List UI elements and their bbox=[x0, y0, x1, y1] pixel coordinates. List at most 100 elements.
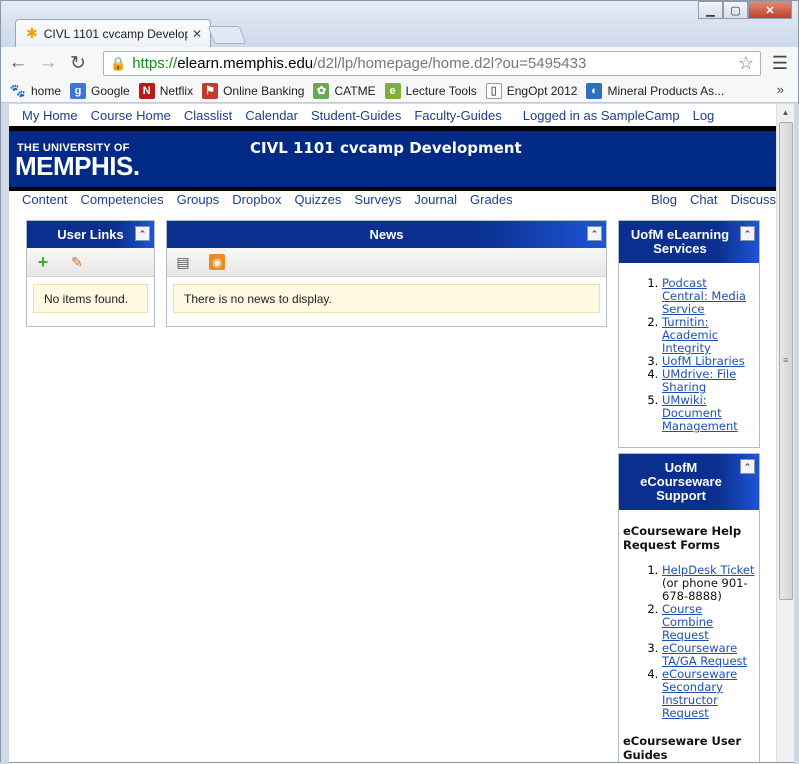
nav-course-home[interactable]: Course Home bbox=[91, 108, 171, 123]
list-item: eCourseware Secondary Instructor Request bbox=[662, 668, 755, 720]
link-ta-ga-request[interactable]: eCourseware TA/GA Request bbox=[662, 641, 747, 668]
nav-groups[interactable]: Groups bbox=[177, 192, 220, 207]
nav-faculty-guides[interactable]: Faculty-Guides bbox=[414, 108, 501, 123]
link-umdrive[interactable]: UMdrive: File Sharing bbox=[662, 367, 736, 394]
nav-journal[interactable]: Journal bbox=[414, 192, 457, 207]
minimize-icon[interactable]: ▁ bbox=[698, 1, 723, 19]
widget-title: News bbox=[369, 226, 404, 242]
collapse-icon[interactable]: ⌃ bbox=[587, 226, 602, 241]
add-link-icon[interactable]: + bbox=[35, 252, 51, 272]
url-path: /d2l/lp/homepage/home.d2l?ou=5495433 bbox=[313, 55, 587, 72]
bookmark-label: EngOpt 2012 bbox=[506, 83, 578, 98]
collapse-icon[interactable]: ⌃ bbox=[740, 459, 755, 474]
nav-grades[interactable]: Grades bbox=[470, 192, 513, 207]
elearning-services-widget: UofM eLearning Services ⌃ Podcast Centra… bbox=[618, 220, 760, 448]
nav-my-home[interactable]: My Home bbox=[22, 108, 78, 123]
nav-surveys[interactable]: Surveys bbox=[354, 192, 401, 207]
bookmark-item[interactable]: ✿ CATME bbox=[313, 82, 376, 99]
scroll-grip-icon: ≡ bbox=[783, 355, 789, 365]
window-left-frame bbox=[1, 104, 9, 764]
ecourseware-support-widget: UofM eCourseware Support ⌃ eCourseware H… bbox=[618, 453, 760, 762]
helpdesk-phone-note: (or phone 901-678-8888) bbox=[662, 576, 748, 603]
scroll-up-icon[interactable]: ▲ bbox=[777, 104, 794, 121]
reload-icon[interactable]: ↻ bbox=[65, 50, 91, 76]
link-secondary-instructor[interactable]: eCourseware Secondary Instructor Request bbox=[662, 667, 737, 720]
news-widget: News ⌃ ▤ ◉ There is no news to display. bbox=[166, 220, 607, 327]
forward-icon[interactable]: → bbox=[35, 50, 61, 76]
collapse-icon[interactable]: ⌃ bbox=[135, 226, 150, 241]
close-window-icon[interactable]: ✕ bbox=[748, 1, 792, 19]
bookmark-item[interactable]: 🐾 home bbox=[10, 83, 61, 99]
bookmark-item[interactable]: ◐ Mineral Products As... bbox=[586, 82, 724, 99]
elearning-links-list: Podcast Central: Media Service Turnitin:… bbox=[662, 277, 755, 433]
course-title: CIVL 1101 cvcamp Development bbox=[250, 139, 522, 157]
link-umwiki[interactable]: UMwiki: Document Management bbox=[662, 393, 738, 433]
window-controls: ▁ ▢ ✕ bbox=[698, 1, 792, 19]
edit-pencil-icon[interactable]: ✎ bbox=[69, 254, 85, 270]
logged-in-label: Logged in as SampleCamp bbox=[522, 107, 680, 123]
scrollbar-thumb[interactable]: ≡ bbox=[779, 122, 793, 600]
link-podcast-central[interactable]: Podcast Central: Media Service bbox=[662, 276, 746, 316]
bookmark-item[interactable]: ▯ EngOpt 2012 bbox=[485, 82, 578, 99]
widget-body: eCourseware Help Request Forms HelpDesk … bbox=[619, 510, 759, 762]
nav-quizzes[interactable]: Quizzes bbox=[294, 192, 341, 207]
link-helpdesk-ticket[interactable]: HelpDesk Ticket bbox=[662, 563, 754, 577]
maximize-icon[interactable]: ▢ bbox=[723, 1, 748, 19]
link-turnitin[interactable]: Turnitin: Academic Integrity bbox=[662, 315, 718, 355]
nav-calendar[interactable]: Calendar bbox=[245, 108, 298, 123]
list-item: Podcast Central: Media Service bbox=[662, 277, 755, 316]
nav-content[interactable]: Content bbox=[22, 192, 68, 207]
lock-icon: 🔒 bbox=[110, 55, 127, 71]
widget-title: UofM eLearning Services bbox=[630, 227, 730, 256]
logout-link[interactable]: Log bbox=[693, 108, 715, 123]
rss-feed-icon[interactable]: ◉ bbox=[209, 254, 225, 270]
widget-toolbar: + ✎ bbox=[27, 248, 154, 277]
browser-tab[interactable]: ✱ CIVL 1101 cvcamp Develop ✕ bbox=[15, 19, 211, 47]
widget-header: UofM eCourseware Support ⌃ bbox=[619, 454, 759, 510]
url-scheme: https:// bbox=[132, 55, 178, 72]
page-viewport: My Home Course Home Classlist Calendar S… bbox=[9, 104, 776, 762]
widget-toolbar: ▤ ◉ bbox=[167, 248, 606, 277]
nav-blog[interactable]: Blog bbox=[651, 192, 677, 207]
link-uofm-libraries[interactable]: UofM Libraries bbox=[662, 354, 745, 368]
nav-classlist[interactable]: Classlist bbox=[184, 108, 232, 123]
nav-competencies[interactable]: Competencies bbox=[81, 192, 164, 207]
window-right-frame bbox=[794, 104, 799, 764]
address-bar[interactable]: 🔒 https://elearn.memphis.edu/d2l/lp/home… bbox=[103, 51, 761, 76]
bookmarks-bar: 🐾 home g Google N Netflix ⚑ Online Banking ✿ CATM… bbox=[1, 79, 798, 103]
widget-title: User Links bbox=[57, 226, 124, 242]
empty-message: No items found. bbox=[33, 284, 148, 313]
university-logo-main[interactable]: MEMPHIS. bbox=[15, 151, 140, 182]
news-list-icon[interactable]: ▤ bbox=[175, 254, 191, 270]
bookmarks-more-button[interactable]: » bbox=[777, 82, 784, 97]
link-course-combine[interactable]: Course Combine Request bbox=[662, 602, 713, 642]
nav-chat[interactable]: Chat bbox=[690, 192, 717, 207]
tab-title: CIVL 1101 cvcamp Develop bbox=[43, 26, 188, 41]
widget-body: Podcast Central: Media Service Turnitin:… bbox=[619, 263, 759, 439]
list-item: Turnitin: Academic Integrity bbox=[662, 316, 755, 355]
bookmark-item[interactable]: g Google bbox=[70, 82, 130, 99]
browser-toolbar: ← → ↻ 🔒 https://elearn.memphis.edu/d2l/l… bbox=[1, 47, 798, 79]
bookmark-item[interactable]: N Netflix bbox=[138, 82, 193, 99]
tab-close-icon[interactable]: ✕ bbox=[192, 27, 202, 41]
nav-student-guides[interactable]: Student-Guides bbox=[311, 108, 401, 123]
bookmark-item[interactable]: e Lecture Tools bbox=[384, 82, 477, 99]
list-item: HelpDesk Ticket(or phone 901-678-8888) bbox=[662, 564, 755, 603]
vertical-scrollbar[interactable]: ▲ ≡ bbox=[776, 104, 794, 762]
help-forms-heading: eCourseware Help Request Forms bbox=[623, 524, 742, 552]
new-tab-button[interactable] bbox=[207, 26, 247, 44]
hamburger-menu-icon[interactable]: ☰ bbox=[772, 53, 788, 74]
nav-dropbox[interactable]: Dropbox bbox=[232, 192, 281, 207]
url-host: elearn.memphis.edu bbox=[177, 55, 314, 72]
lecture-tools-icon: e bbox=[384, 82, 401, 99]
back-icon[interactable]: ← bbox=[5, 50, 31, 76]
bookmark-star-icon[interactable]: ☆ bbox=[738, 53, 754, 74]
nav-discuss[interactable]: Discuss bbox=[730, 192, 776, 207]
tab-bar: ✱ CIVL 1101 cvcamp Develop ✕ ▁ ▢ ✕ bbox=[1, 1, 798, 47]
collapse-icon[interactable]: ⌃ bbox=[740, 226, 755, 241]
catme-icon: ✿ bbox=[313, 82, 330, 99]
widget-header: News ⌃ bbox=[167, 221, 606, 248]
empty-message: There is no news to display. bbox=[173, 284, 600, 313]
help-forms-list: HelpDesk Ticket(or phone 901-678-8888) C… bbox=[662, 564, 755, 720]
bookmark-item[interactable]: ⚑ Online Banking bbox=[202, 82, 304, 99]
